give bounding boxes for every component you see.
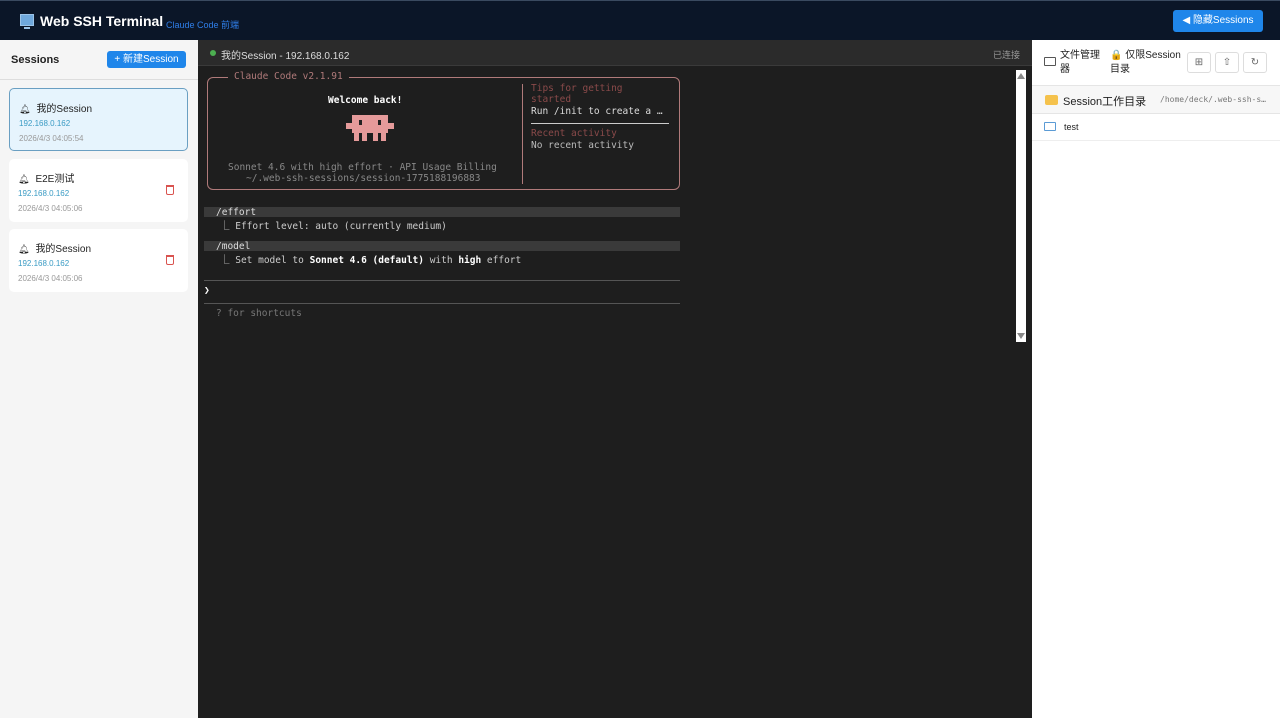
- refresh-button[interactable]: ↻: [1243, 52, 1267, 73]
- session-card[interactable]: 🔔︎ 我的Session 192.168.0.162 2026/4/3 04:05…: [9, 229, 188, 292]
- file-item[interactable]: test: [1032, 114, 1280, 141]
- file-name: test: [1064, 122, 1079, 132]
- welcome-box: Claude Code v2.1.91 Welcome back! Sonnet…: [207, 71, 680, 190]
- sessions-sidebar: Sessions + 新建Session 🔔︎ 我的Session 192.168…: [0, 40, 198, 718]
- monitor-icon: [20, 14, 34, 29]
- shortcuts-hint: ? for shortcuts: [216, 308, 302, 319]
- sidebar-title: Sessions: [11, 54, 60, 66]
- trash-icon[interactable]: [166, 255, 174, 265]
- app-subtitle: Claude Code 前端: [166, 20, 240, 30]
- scroll-down-icon: [1017, 333, 1025, 339]
- session-ip: 192.168.0.162: [18, 189, 70, 198]
- folder-icon: [1044, 122, 1056, 131]
- tips-title: Tips for getting: [531, 83, 623, 94]
- bell-icon: 🔔︎: [19, 104, 31, 114]
- session-card[interactable]: 🔔︎ 我的Session 192.168.0.162 2026/4/3 04:05…: [9, 88, 188, 151]
- command-model: /model: [216, 241, 251, 252]
- effort-output: Effort level: auto (currently medium): [235, 221, 447, 232]
- command-effort: /effort: [216, 207, 257, 218]
- directory-label: Session工作目录: [1063, 96, 1147, 108]
- folder-icon: [1044, 57, 1056, 66]
- recent-title: Recent activity: [531, 128, 617, 139]
- tips-body: Run /init to create a …: [531, 106, 663, 117]
- prompt-input[interactable]: ❯: [204, 285, 210, 296]
- terminal-session-title: 我的Session - 192.168.0.162: [221, 51, 350, 62]
- connection-status: 已连接: [992, 50, 1020, 60]
- recent-body: No recent activity: [531, 140, 634, 151]
- welcome-text: Welcome back!: [328, 95, 403, 106]
- session-time: 2026/4/3 04:05:06: [18, 204, 83, 213]
- restrict-label: 🔒 仅限Session目录: [1110, 50, 1181, 75]
- session-time: 2026/4/3 04:05:06: [18, 274, 83, 283]
- app-title: Web SSH Terminal: [40, 13, 164, 29]
- terminal-panel[interactable]: 我的Session - 192.168.0.162 已连接 Claude Cod…: [198, 40, 1032, 718]
- app-header: Web SSH Terminal Claude Code 前端 ◀ 隐藏Sess…: [0, 0, 1280, 40]
- session-name: 我的Session: [36, 104, 93, 115]
- session-name: 我的Session: [35, 244, 92, 255]
- hide-sessions-button[interactable]: ◀ 隐藏Sessions: [1173, 10, 1263, 32]
- session-ip: 192.168.0.162: [19, 119, 71, 128]
- cwd-line: ~/.web-ssh-sessions/session-177518819688…: [246, 173, 481, 184]
- session-ip: 192.168.0.162: [18, 259, 70, 268]
- file-manager-title: 文件管理器: [1060, 50, 1100, 75]
- directory-bar: Session工作目录 /home/deck/.web-ssh-s…: [1032, 86, 1280, 114]
- model-output: ⎿ Set model to Sonnet 4.6 (default) with…: [220, 255, 522, 266]
- session-time: 2026/4/3 04:05:54: [19, 134, 84, 143]
- upload-button[interactable]: ⇧: [1215, 52, 1239, 73]
- trash-icon[interactable]: [166, 185, 174, 195]
- new-session-button[interactable]: + 新建Session: [107, 51, 186, 68]
- scroll-up-icon: [1017, 73, 1025, 79]
- bell-icon: 🔔︎: [18, 244, 30, 254]
- folder-icon: [1045, 95, 1058, 105]
- file-manager-panel: 文件管理器 🔒 仅限Session目录 ⊞ ⇧ ↻ Session工作目录 /h…: [1032, 40, 1280, 718]
- session-name: E2E测试: [35, 174, 75, 185]
- terminal-scrollbar[interactable]: [1016, 70, 1026, 342]
- mascot-icon: [346, 115, 394, 141]
- box-label: Claude Code v2.1.91: [228, 71, 349, 82]
- connected-dot-icon: [210, 50, 216, 56]
- directory-path: /home/deck/.web-ssh-s…: [1160, 95, 1266, 104]
- tips-title-2: started: [531, 94, 572, 105]
- new-folder-button[interactable]: ⊞: [1187, 52, 1211, 73]
- model-line: Sonnet 4.6 with high effort · API Usage …: [228, 162, 497, 173]
- bell-icon: 🔔︎: [18, 174, 30, 184]
- session-card[interactable]: 🔔︎ E2E测试 192.168.0.162 2026/4/3 04:05:06: [9, 159, 188, 222]
